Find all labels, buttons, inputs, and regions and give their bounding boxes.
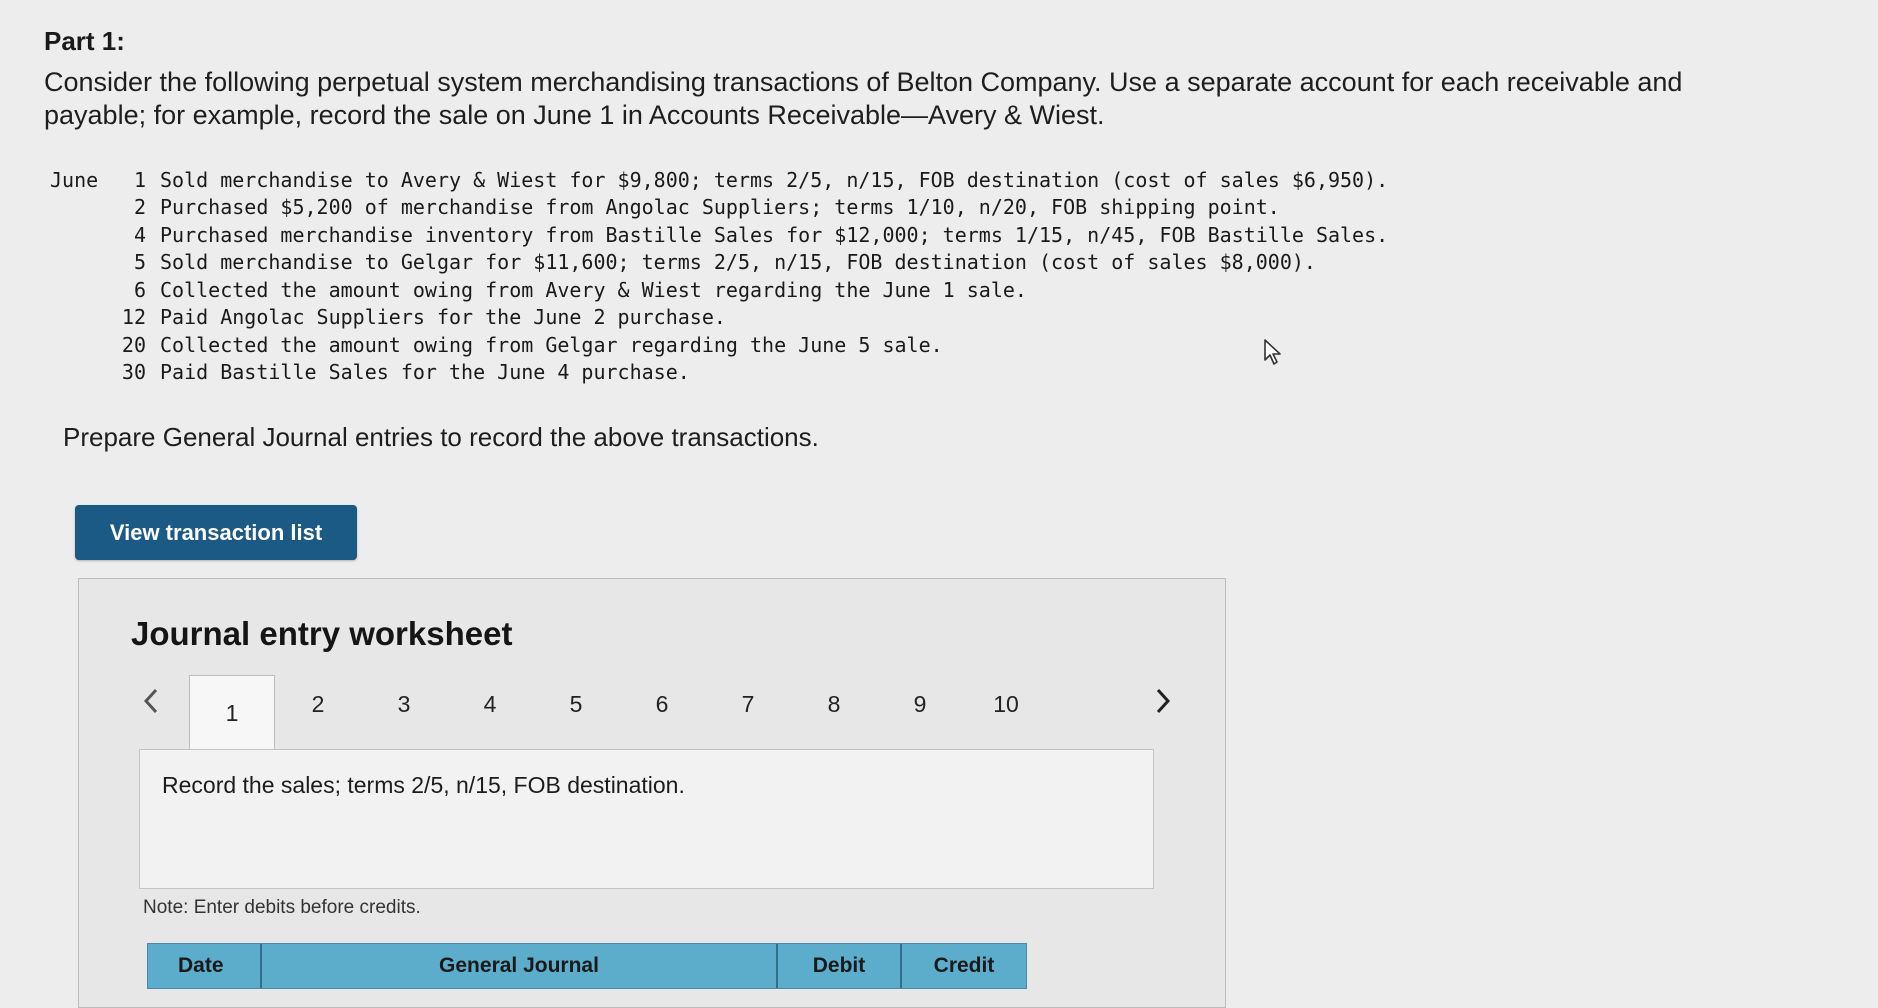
transaction-row: 2 Purchased $5,200 of merchandise from A… (50, 194, 1470, 222)
mouse-pointer-icon (1263, 338, 1285, 366)
transaction-day: 1 (133, 167, 146, 192)
transaction-day: 20 (121, 332, 146, 357)
tab-entry-1[interactable]: 1 (189, 675, 275, 751)
problem-intro: Consider the following perpetual system … (44, 67, 1683, 130)
tab-entry-2[interactable]: 2 (275, 675, 361, 733)
column-header-date: Date (148, 944, 262, 988)
worksheet-title: Journal entry worksheet (131, 615, 513, 652)
transaction-text: Purchased $5,200 of merchandise from Ang… (160, 195, 1280, 220)
entry-instruction-box: Record the sales; terms 2/5, n/15, FOB d… (139, 749, 1154, 889)
transaction-text: Sold merchandise to Avery & Wiest for $9… (160, 167, 1389, 192)
tab-entry-3[interactable]: 3 (361, 675, 447, 733)
transaction-day: 12 (121, 305, 146, 330)
transaction-text: Paid Bastille Sales for the June 4 purch… (160, 360, 690, 385)
transaction-row: 20 Collected the amount owing from Gelga… (50, 331, 1470, 359)
tab-entry-7[interactable]: 7 (705, 675, 791, 733)
entry-tab-bar: 1 2 3 4 5 6 7 8 9 10 (131, 675, 1183, 751)
tab-entry-4[interactable]: 4 (447, 675, 533, 733)
transaction-row: 5 Sold merchandise to Gelgar for $11,600… (50, 249, 1470, 277)
part-title: Part 1: (44, 26, 125, 56)
entry-note: Note: Enter debits before credits. (143, 897, 421, 918)
transaction-text: Purchased merchandise inventory from Bas… (160, 222, 1389, 247)
transaction-month: June (50, 167, 99, 192)
chevron-right-icon[interactable] (1143, 681, 1183, 721)
column-header-general-journal: General Journal (262, 944, 778, 988)
transaction-row: 12 Paid Angolac Suppliers for the June 2… (50, 304, 1470, 332)
tab-entry-8[interactable]: 8 (791, 675, 877, 733)
transaction-row: 30 Paid Bastille Sales for the June 4 pu… (50, 359, 1470, 387)
chevron-left-icon[interactable] (131, 681, 171, 721)
task-prompt: Prepare General Journal entries to recor… (63, 422, 819, 452)
transaction-text: Sold merchandise to Gelgar for $11,600; … (160, 250, 1316, 275)
transaction-text: Collected the amount owing from Avery & … (160, 277, 1027, 302)
tab-entry-9[interactable]: 9 (877, 675, 963, 733)
transaction-day: 2 (133, 195, 146, 220)
view-transaction-list-button[interactable]: View transaction list (75, 505, 357, 560)
journal-entry-worksheet: Journal entry worksheet 1 2 3 4 5 6 7 8 … (78, 578, 1226, 1008)
tab-entry-10[interactable]: 10 (963, 675, 1049, 733)
transaction-text: Collected the amount owing from Gelgar r… (160, 332, 943, 357)
entry-instruction: Record the sales; terms 2/5, n/15, FOB d… (162, 772, 685, 798)
transaction-day: 6 (133, 277, 146, 302)
transaction-row: 6 Collected the amount owing from Avery … (50, 276, 1470, 304)
journal-table-header: Date General Journal Debit Credit (147, 943, 1027, 989)
transaction-row: 4 Purchased merchandise inventory from B… (50, 221, 1470, 249)
transaction-row: June 1 Sold merchandise to Avery & Wiest… (50, 166, 1470, 194)
transaction-text: Paid Angolac Suppliers for the June 2 pu… (160, 305, 726, 330)
tab-entry-5[interactable]: 5 (533, 675, 619, 733)
transaction-day: 30 (121, 360, 146, 385)
transaction-day: 4 (133, 222, 146, 247)
transaction-list: June 1 Sold merchandise to Avery & Wiest… (50, 166, 1470, 386)
column-header-debit: Debit (778, 944, 902, 988)
tab-entry-6[interactable]: 6 (619, 675, 705, 733)
transaction-day: 5 (133, 250, 146, 275)
column-header-credit: Credit (933, 954, 995, 977)
